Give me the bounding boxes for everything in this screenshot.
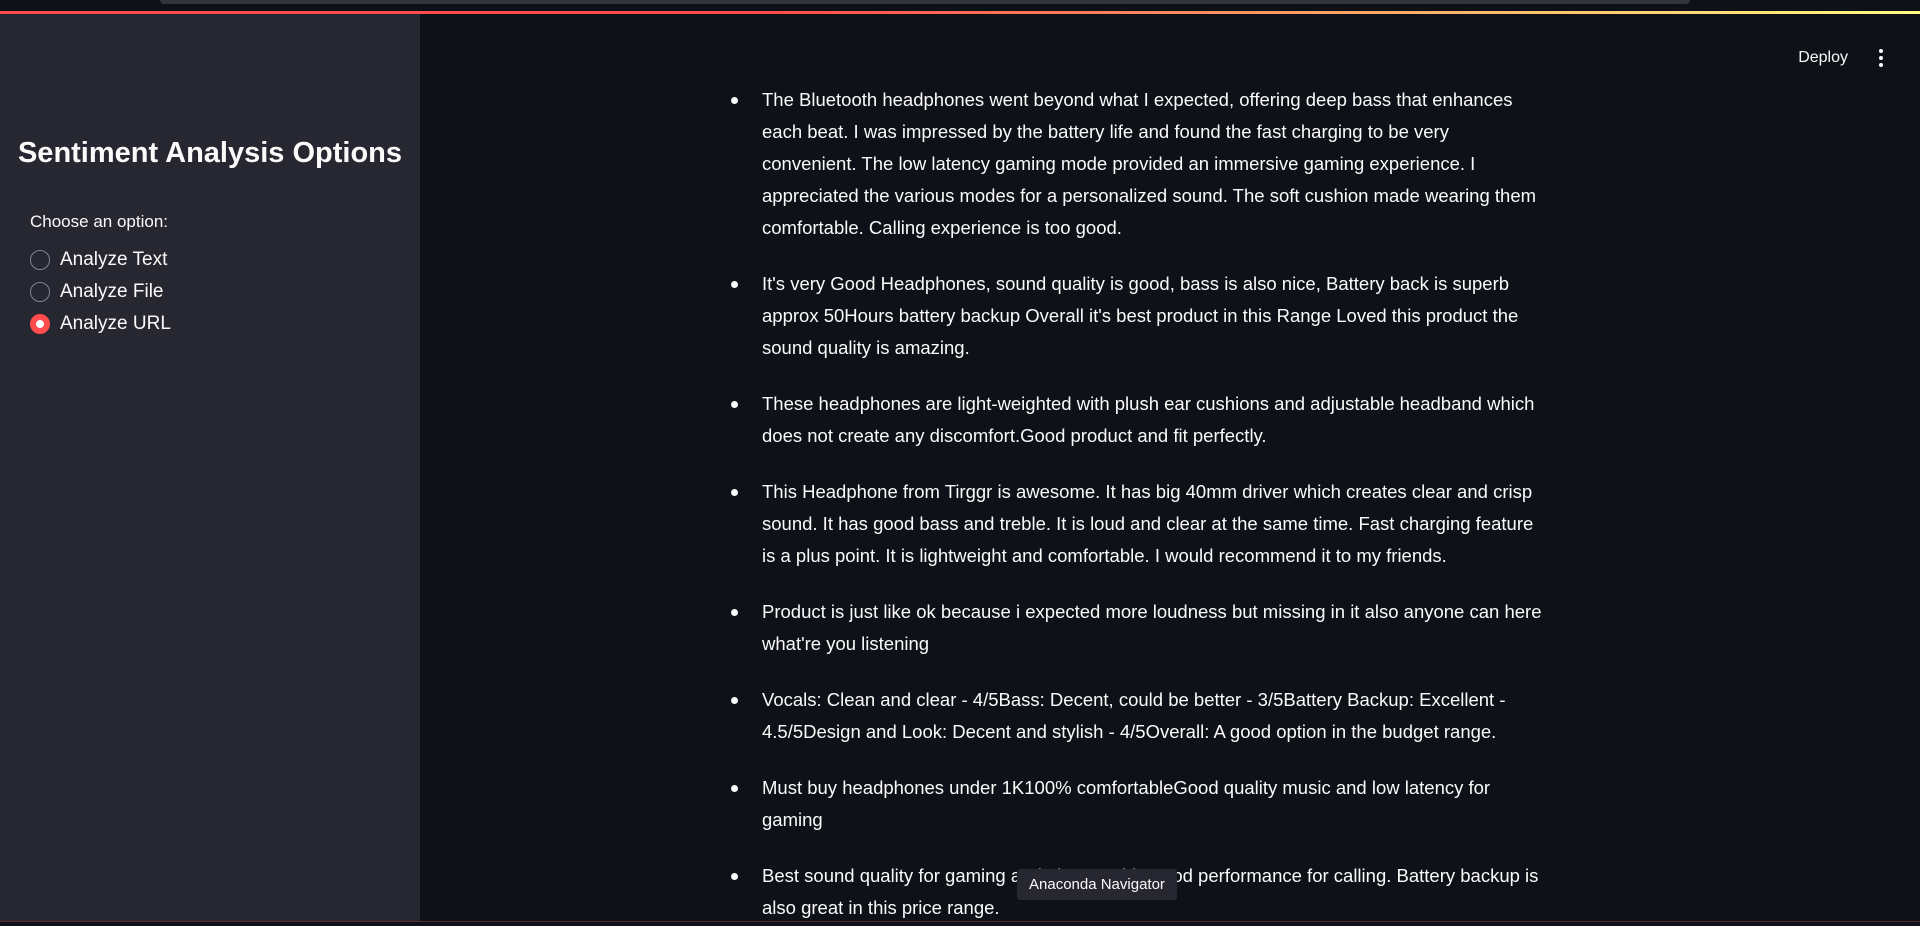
radio-group-label: Choose an option:: [30, 212, 168, 231]
review-item: This Headphone from Tirggr is awesome. I…: [731, 476, 1542, 572]
review-item: Vocals: Clean and clear - 4/5Bass: Decen…: [731, 684, 1542, 748]
bottom-edge-bar: [0, 921, 1920, 926]
sidebar-title: Sentiment Analysis Options: [17, 137, 403, 169]
deploy-button[interactable]: Deploy: [1798, 49, 1848, 67]
review-item: It's very Good Headphones, sound quality…: [731, 268, 1542, 364]
vertical-ellipsis-icon[interactable]: [1878, 49, 1884, 67]
review-item: The Bluetooth headphones went beyond wha…: [731, 84, 1542, 244]
review-item: Must buy headphones under 1K100% comfort…: [731, 772, 1542, 836]
analysis-option-radio-group: Analyze Text Analyze File Analyze URL: [30, 244, 171, 340]
radio-option-analyze-file[interactable]: Analyze File: [30, 276, 171, 308]
top-header-strip: [0, 0, 1920, 14]
header-actions: Deploy: [1798, 44, 1920, 72]
radio-option-label: Analyze Text: [60, 249, 168, 270]
radio-unchecked-icon[interactable]: [30, 250, 50, 270]
main-content: The Bluetooth headphones went beyond wha…: [420, 14, 1920, 926]
sidebar: Sentiment Analysis Options Choose an opt…: [0, 14, 420, 926]
radio-option-label: Analyze URL: [60, 313, 171, 334]
radio-unchecked-icon[interactable]: [30, 282, 50, 302]
radio-checked-icon[interactable]: [30, 314, 50, 334]
radio-dot-icon: [36, 320, 44, 328]
review-item: Product is just like ok because i expect…: [731, 596, 1542, 660]
header-decoration-bar: [0, 11, 1920, 14]
radio-option-analyze-url[interactable]: Analyze URL: [30, 308, 171, 340]
review-item: These headphones are light-weighted with…: [731, 388, 1542, 452]
taskbar-tooltip: Anaconda Navigator: [1017, 869, 1177, 900]
radio-option-label: Analyze File: [60, 281, 164, 302]
browser-tab-bar: [160, 0, 1690, 4]
radio-option-analyze-text[interactable]: Analyze Text: [30, 244, 171, 276]
review-list: The Bluetooth headphones went beyond wha…: [731, 84, 1542, 926]
